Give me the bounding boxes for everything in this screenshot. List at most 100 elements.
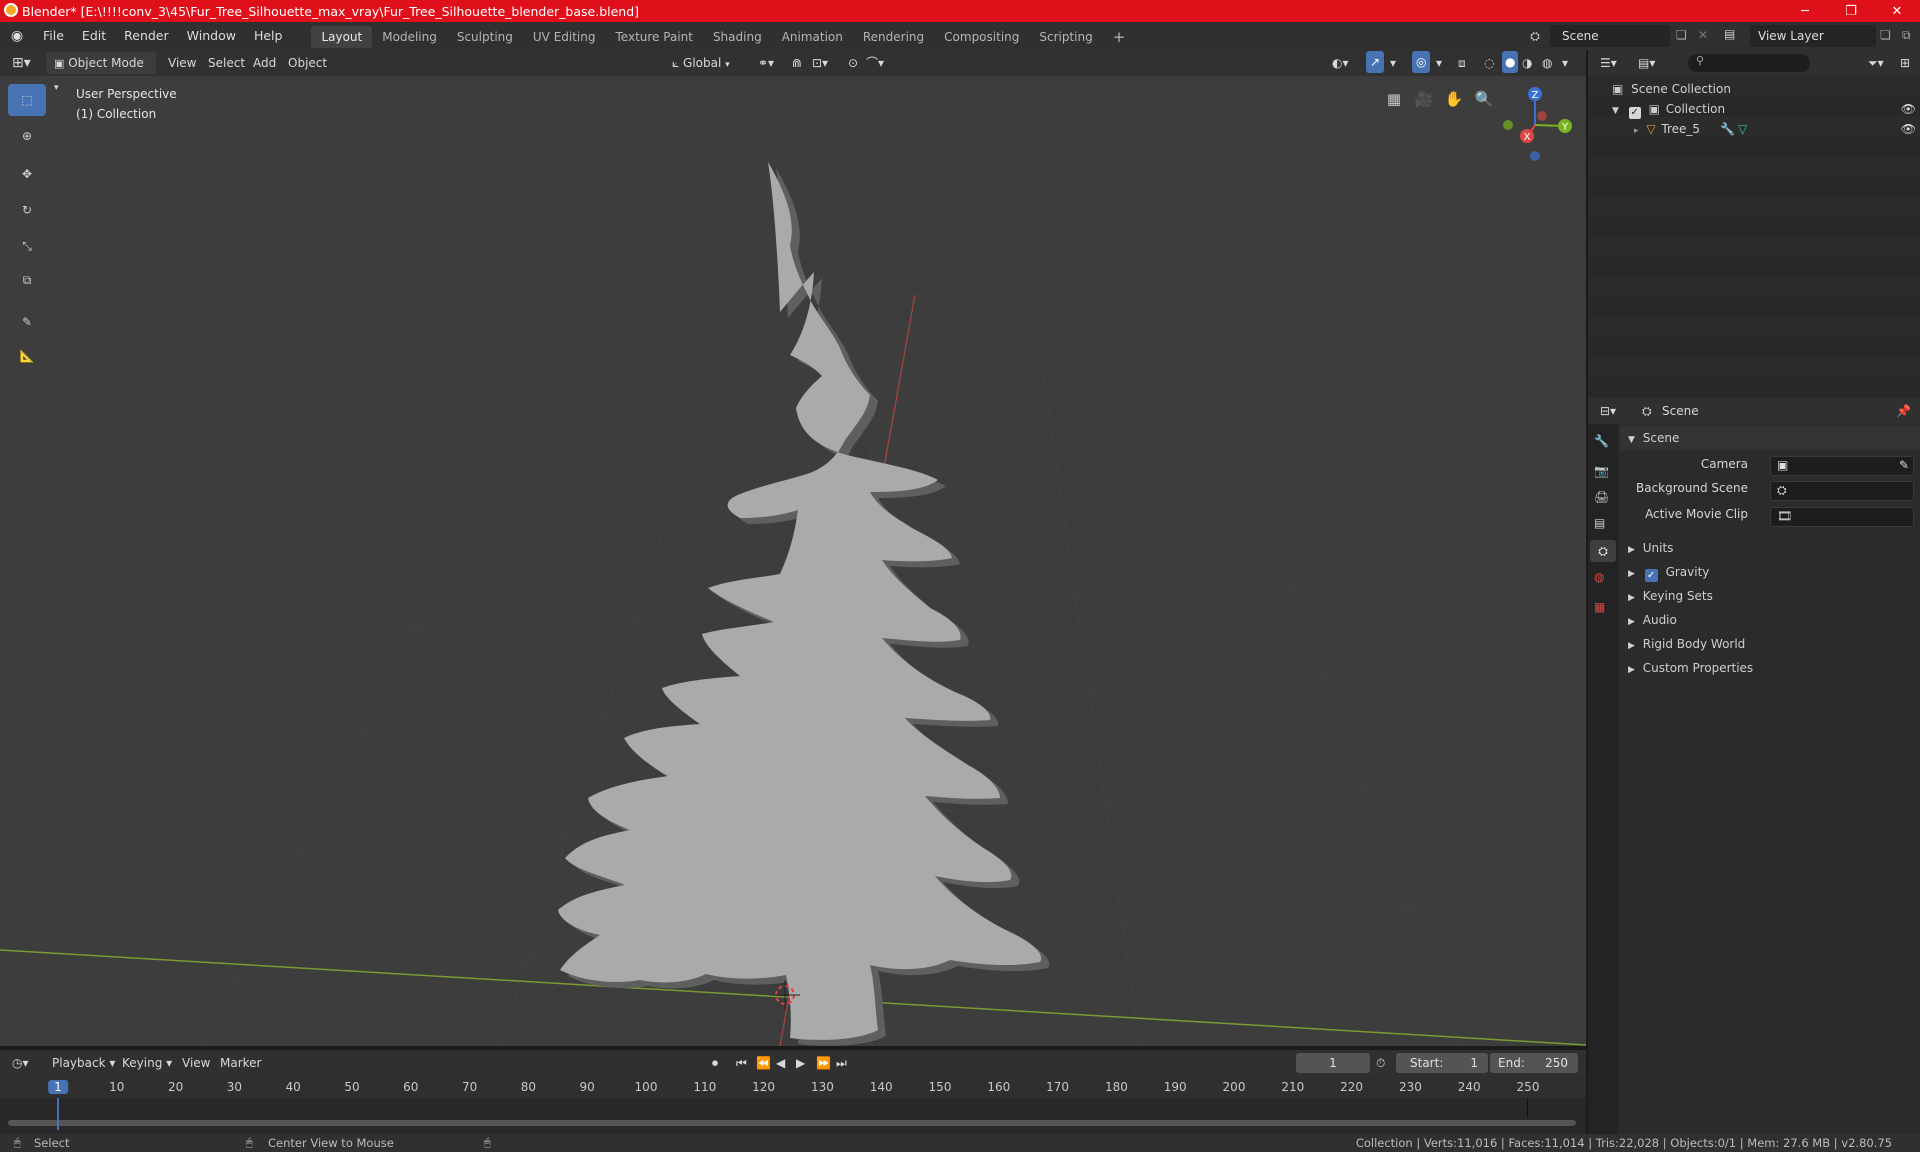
tab-texture-paint[interactable]: Texture Paint (606, 26, 703, 48)
current-frame-field[interactable]: 1 (1296, 1053, 1370, 1073)
scene-selector[interactable]: Scene (1550, 25, 1670, 47)
new-scene-icon[interactable]: ❏ (1676, 28, 1687, 42)
play-icon[interactable]: ▶ (796, 1052, 805, 1074)
scale-tool[interactable]: ⤡ (8, 230, 46, 262)
outliner-search-input[interactable]: ⚲ (1688, 54, 1810, 72)
wireframe-shading-icon[interactable]: ◌ (1484, 52, 1494, 74)
outliner-editor-icon[interactable]: ☰▾ (1600, 52, 1617, 74)
outliner-row-tree-5[interactable]: ▸ ▽ Tree_5 🔧 ▽ 👁 (1634, 119, 1918, 139)
camera-view-icon[interactable]: 🎥 (1410, 85, 1438, 113)
gizmo-toggle-icon[interactable]: ↗ (1366, 51, 1385, 73)
end-frame-field[interactable]: End: 250 (1490, 1053, 1578, 1073)
solid-shading-icon[interactable]: ● (1502, 51, 1519, 73)
viewport-menu-view[interactable]: View (168, 52, 196, 74)
rigid-body-world-panel-header[interactable]: ▶ Rigid Body World (1620, 632, 1920, 656)
timeline-menu-view[interactable]: View (182, 1052, 210, 1074)
cursor-tool[interactable]: ⊕ (8, 120, 46, 152)
proportional-editing-icon[interactable]: ⊙ (848, 52, 858, 74)
menu-window[interactable]: Window (178, 22, 245, 50)
start-frame-field[interactable]: Start: 1 (1396, 1053, 1488, 1073)
snap-icon[interactable]: ⋒ (792, 52, 802, 74)
tool-settings-tab-icon[interactable]: 🔧 (1594, 434, 1609, 448)
preview-range-icon[interactable]: ⏱ (1376, 1052, 1385, 1074)
select-box-tool[interactable]: ⬚ (8, 84, 46, 116)
playhead[interactable] (57, 1098, 59, 1130)
new-view-layer-icon[interactable]: ❏ (1880, 28, 1891, 42)
outliner-row-scene-collection[interactable]: ▣ Scene Collection (1612, 79, 1731, 99)
collection-checkbox[interactable]: ✓ (1628, 107, 1641, 119)
overlays-toggle-icon[interactable]: ◎ (1412, 51, 1431, 73)
xray-toggle-icon[interactable]: ⧈ (1458, 52, 1466, 74)
pivot-point-icon[interactable]: ⚭▾ (758, 52, 774, 74)
gravity-panel-header[interactable]: ▶ ✓ Gravity (1620, 560, 1920, 584)
transform-orientation-selector[interactable]: ⟀ Global ▾ (672, 52, 730, 74)
scene-tab-button[interactable]: ⛭ (1590, 540, 1616, 562)
remove-view-layer-icon[interactable]: ⧉ (1902, 28, 1911, 43)
world-tab-icon[interactable]: ◍ (1594, 570, 1604, 584)
active-movie-clip-field[interactable]: 🎞 (1770, 507, 1914, 527)
overlays-dropdown-icon[interactable]: ▾ (1436, 52, 1442, 74)
camera-field[interactable]: ▣ ✎ (1770, 456, 1914, 476)
shading-dropdown-icon[interactable]: ▾ (1562, 52, 1568, 74)
visibility-icon[interactable]: ◐▾ (1332, 52, 1349, 74)
expand-arrow-icon[interactable]: ▸ (1634, 126, 1639, 136)
menu-help[interactable]: Help (245, 22, 292, 50)
visibility-eye-icon[interactable]: 👁 (1901, 99, 1916, 119)
delete-scene-icon[interactable]: ✕ (1698, 28, 1708, 42)
jump-keyframe-back-icon[interactable]: ⏪ (756, 1052, 771, 1074)
move-tool[interactable]: ✥ (8, 158, 46, 190)
visibility-eye-icon[interactable]: 👁 (1901, 119, 1916, 139)
snap-target-icon[interactable]: ⊡▾ (812, 52, 828, 74)
timeline-menu-keying[interactable]: Keying ▾ (122, 1052, 172, 1074)
mesh-data-icon[interactable]: ▽ (1738, 119, 1747, 139)
keying-sets-panel-header[interactable]: ▶ Keying Sets (1620, 584, 1920, 608)
properties-editor-icon[interactable]: ⊟▾ (1600, 400, 1616, 422)
menu-edit[interactable]: Edit (73, 22, 115, 50)
filter-icon[interactable]: ⏷▾ (1868, 52, 1884, 74)
timeline-editor-icon[interactable]: ◷▾ (12, 1052, 29, 1074)
timeline-menu-marker[interactable]: Marker (220, 1052, 261, 1074)
viewport-menu-select[interactable]: Select (208, 52, 245, 74)
measure-tool[interactable]: 📐 (8, 340, 46, 372)
audio-panel-header[interactable]: ▶ Audio (1620, 608, 1920, 632)
menu-file[interactable]: File (34, 22, 73, 50)
editor-type-icon[interactable]: ⊞▾ (12, 52, 31, 74)
tab-animation[interactable]: Animation (772, 26, 853, 48)
rendered-shading-icon[interactable]: ◍ (1542, 52, 1552, 74)
falloff-icon[interactable]: ⌒▾ (866, 52, 884, 74)
custom-properties-panel-header[interactable]: ▶ Custom Properties (1620, 656, 1920, 680)
outliner-row-collection[interactable]: ▼ ✓ ▣ Collection 👁 (1612, 99, 1918, 119)
tab-uv-editing[interactable]: UV Editing (523, 26, 606, 48)
render-tab-icon[interactable]: 📷 (1594, 464, 1609, 478)
minimize-button[interactable]: ─ (1782, 0, 1828, 22)
tab-layout[interactable]: Layout (311, 26, 373, 48)
add-workspace-button[interactable]: + (1103, 26, 1136, 48)
scene-icon[interactable]: ⛭ (1524, 25, 1546, 47)
display-mode-icon[interactable]: ▤▾ (1638, 52, 1655, 74)
menu-render[interactable]: Render (115, 22, 178, 50)
view-layer-icon[interactable]: ▤ (1724, 27, 1735, 41)
toggle-ortho-icon[interactable]: ▦ (1380, 85, 1408, 113)
close-button[interactable]: ✕ (1874, 0, 1920, 22)
material-preview-icon[interactable]: ◑ (1522, 52, 1532, 74)
transform-tool[interactable]: ⧉ (8, 264, 46, 296)
output-tab-icon[interactable]: 🖨 (1594, 490, 1609, 504)
pin-icon[interactable]: 📌 (1896, 400, 1911, 422)
navigation-gizmo[interactable]: Z Y X (1490, 80, 1580, 170)
play-reverse-icon[interactable]: ◀ (776, 1052, 785, 1074)
view-layer-tab-icon[interactable]: ▤ (1594, 516, 1605, 530)
texture-tab-icon[interactable]: ▦ (1594, 600, 1605, 614)
pan-view-icon[interactable]: ✋ (1440, 85, 1468, 113)
units-panel-header[interactable]: ▶ Units (1620, 536, 1920, 560)
rotate-tool[interactable]: ↻ (8, 194, 46, 226)
gravity-checkbox[interactable]: ✓ (1644, 569, 1658, 582)
tab-modeling[interactable]: Modeling (372, 26, 447, 48)
mode-selector[interactable]: ▣ Object Mode ▾ (46, 52, 156, 93)
blender-menu-icon[interactable]: ◉ (0, 28, 34, 44)
timeline-menu-playback[interactable]: Playback ▾ (52, 1052, 115, 1074)
gizmo-dropdown-icon[interactable]: ▾ (1390, 52, 1396, 74)
viewport-menu-object[interactable]: Object (288, 52, 327, 74)
modifier-wrench-icon[interactable]: 🔧 (1720, 119, 1735, 139)
3d-viewport[interactable] (0, 50, 1586, 1046)
annotate-tool[interactable]: ✎ (8, 306, 46, 338)
